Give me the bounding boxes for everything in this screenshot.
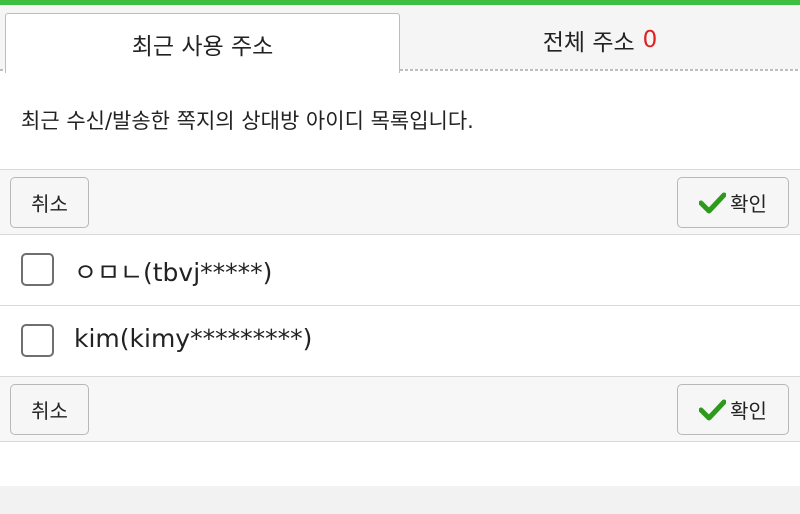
- contact-checkbox[interactable]: [21, 324, 54, 357]
- tab-all-count: 0: [642, 27, 658, 53]
- contact-label: kim(kimy*********): [74, 324, 313, 353]
- contact-row[interactable]: ㅇㅁㄴ(tbvj*****): [0, 235, 800, 306]
- confirm-button[interactable]: 확인: [677, 177, 789, 228]
- cancel-button[interactable]: 취소: [10, 384, 89, 435]
- button-bar-bottom: 취소 확인: [0, 376, 800, 442]
- contact-row[interactable]: kim(kimy*********): [0, 306, 800, 377]
- confirm-button-label: 확인: [730, 399, 767, 423]
- checkmark-icon: [699, 399, 727, 420]
- confirm-button-label: 확인: [730, 192, 767, 216]
- tab-all-label: 전체 주소: [542, 30, 635, 56]
- button-bar-top: 취소 확인: [0, 169, 800, 235]
- tab-recent-addresses[interactable]: 최근 사용 주소: [5, 13, 400, 73]
- tab-all-addresses[interactable]: 전체 주소 0: [400, 13, 800, 67]
- confirm-button[interactable]: 확인: [677, 384, 789, 435]
- address-panel: 최근 사용 주소 전체 주소 0 최근 수신/발송한 쪽지의 상대방 아이디 목…: [0, 5, 800, 486]
- cancel-button-label: 취소: [31, 192, 68, 216]
- cancel-button[interactable]: 취소: [10, 177, 89, 228]
- checkmark-icon: [699, 192, 727, 213]
- contact-label: ㅇㅁㄴ(tbvj*****): [74, 258, 273, 287]
- tab-bar: 최근 사용 주소 전체 주소 0: [0, 5, 800, 73]
- tab-recent-label: 최근 사용 주소: [131, 33, 274, 60]
- list-description: 최근 수신/발송한 쪽지의 상대방 아이디 목록입니다.: [21, 109, 474, 133]
- cancel-button-label: 취소: [31, 399, 68, 423]
- contact-checkbox[interactable]: [21, 253, 54, 286]
